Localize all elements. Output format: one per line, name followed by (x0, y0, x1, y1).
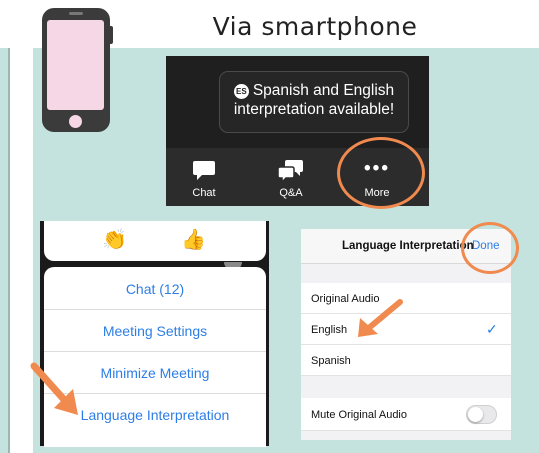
menu-item-chat[interactable]: Chat (12) (44, 268, 266, 310)
tooltip-line-1: Spanish and English (252, 82, 395, 99)
mute-original-audio-label: Mute Original Audio (311, 409, 407, 421)
smartphone-icon (42, 8, 113, 132)
phone-side-button (110, 26, 113, 44)
reactions-bar (44, 221, 266, 261)
qa-bubbles-icon (261, 158, 321, 184)
thumbs-up-reaction-icon[interactable]: 👍 (181, 228, 206, 252)
instruction-graphic: Via smartphone ES Spanish and English int… (0, 0, 539, 453)
toggle-knob (468, 407, 483, 422)
mute-original-audio-toggle[interactable] (466, 405, 497, 424)
chat-bubble-icon (174, 158, 234, 184)
option-spanish-label: Spanish (311, 355, 351, 367)
interpretation-tooltip: ES Spanish and English interpretation ava… (219, 71, 409, 133)
orange-arrow-icon-language (30, 362, 78, 415)
chat-button-label: Chat (192, 187, 216, 199)
menu-item-meeting-settings[interactable]: Meeting Settings (44, 310, 266, 352)
tooltip-line-2: interpretation available! (233, 101, 395, 118)
highlight-circle-done (461, 222, 519, 274)
left-edge-strip (0, 48, 8, 453)
phone-speaker (69, 12, 83, 15)
highlight-circle-more (337, 137, 425, 209)
settings-title: Language Interpretation (342, 240, 474, 252)
es-language-badge: ES (233, 84, 249, 99)
chat-button[interactable]: Chat (174, 158, 234, 199)
page-title: Via smartphone (212, 12, 418, 41)
qa-button[interactable]: Q&A (261, 158, 321, 199)
orange-arrow-icon-english (358, 299, 403, 337)
clap-reaction-icon[interactable]: 👏 (102, 228, 127, 252)
option-english-label: English (311, 324, 348, 336)
left-edge-line (8, 48, 10, 453)
phone-screen (47, 20, 104, 110)
qa-button-label: Q&A (279, 187, 303, 199)
phone-home-button (69, 115, 82, 128)
checkmark-icon: ✓ (486, 321, 498, 337)
